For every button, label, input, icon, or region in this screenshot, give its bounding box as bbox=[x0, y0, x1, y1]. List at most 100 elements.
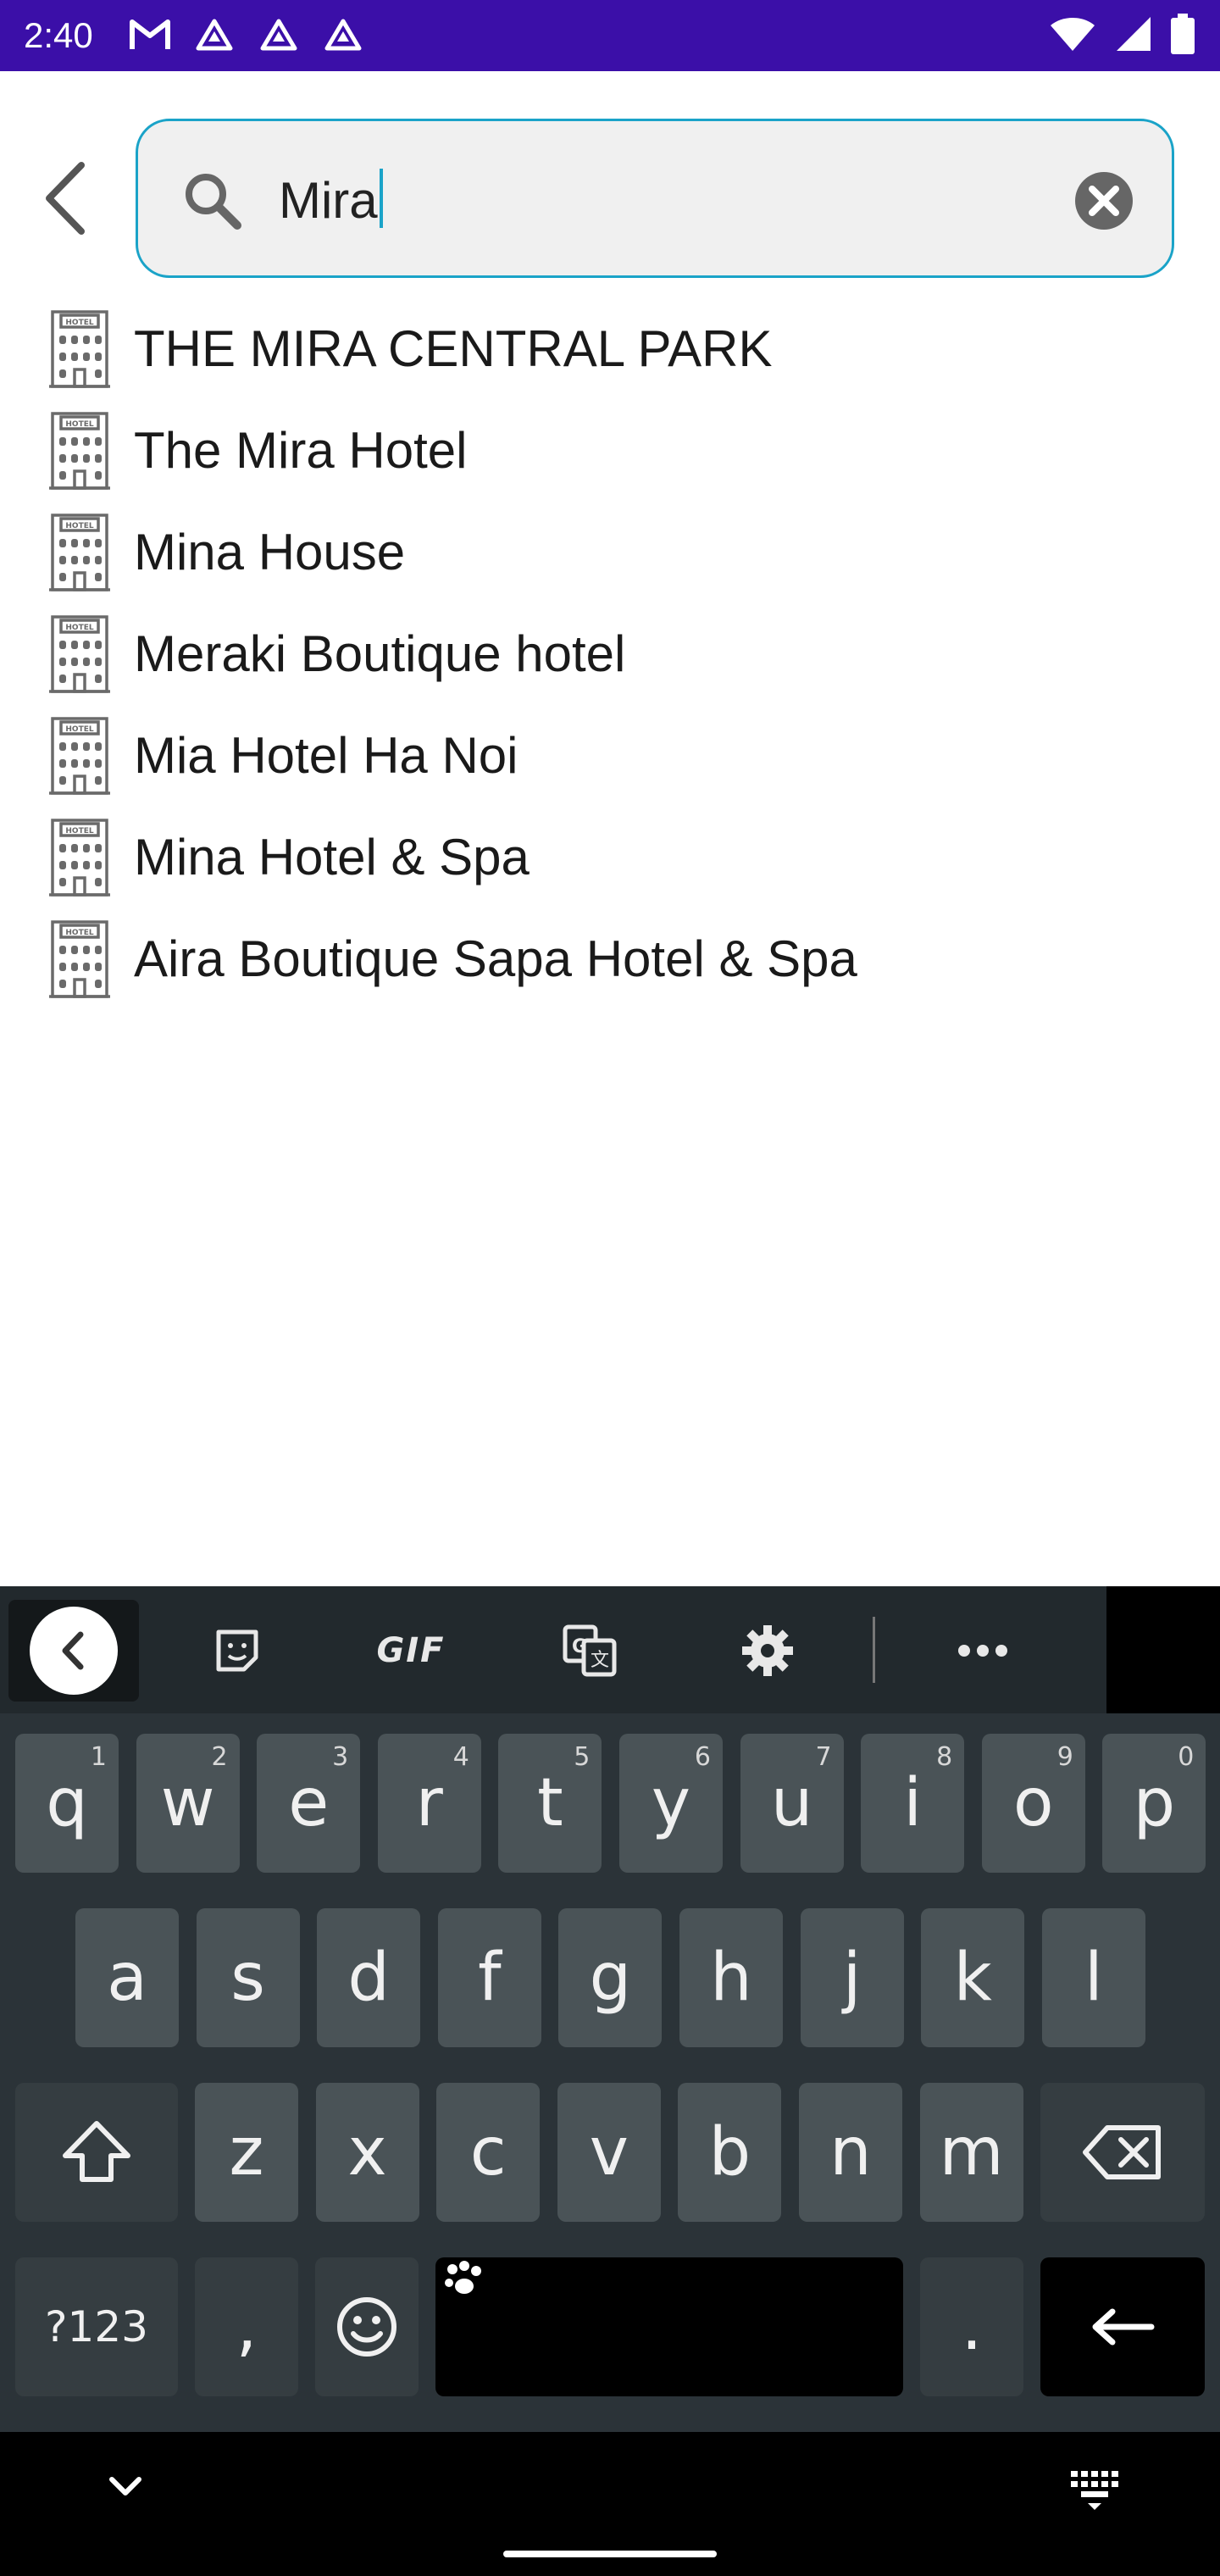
key-hint: 5 bbox=[574, 1742, 591, 1772]
result-item[interactable]: HOTEL The Mira Hotel bbox=[0, 400, 1220, 502]
enter-key[interactable] bbox=[1040, 2257, 1205, 2396]
space-key[interactable] bbox=[435, 2257, 903, 2396]
key-z[interactable]: z bbox=[195, 2083, 298, 2222]
svg-text:HOTEL: HOTEL bbox=[65, 624, 93, 632]
result-item[interactable]: HOTEL Mia Hotel Ha Noi bbox=[0, 705, 1220, 807]
key-a[interactable]: a bbox=[75, 1908, 179, 2047]
key-w[interactable]: w2 bbox=[136, 1734, 240, 1873]
key-q[interactable]: q1 bbox=[15, 1734, 119, 1873]
key-k[interactable]: k bbox=[921, 1908, 1025, 2047]
key-r[interactable]: r4 bbox=[377, 1734, 481, 1873]
result-item[interactable]: HOTEL THE MIRA CENTRAL PARK bbox=[0, 298, 1220, 400]
svg-text:HOTEL: HOTEL bbox=[65, 522, 93, 530]
search-input[interactable]: Mira bbox=[136, 119, 1174, 278]
backspace-key[interactable] bbox=[1040, 2083, 1205, 2222]
key-c[interactable]: c bbox=[436, 2083, 541, 2222]
shift-key[interactable] bbox=[15, 2083, 178, 2222]
key-label: f bbox=[478, 1940, 502, 2016]
key-n[interactable]: n bbox=[799, 2083, 902, 2222]
key-p[interactable]: p0 bbox=[1102, 1734, 1206, 1873]
key-label: z bbox=[229, 2114, 264, 2190]
result-label: Meraki Boutique hotel bbox=[134, 625, 626, 682]
more-options-button[interactable] bbox=[940, 1600, 1025, 1702]
key-label: t bbox=[537, 1765, 563, 1841]
more-horizontal-icon bbox=[958, 1645, 1007, 1657]
key-hint: 7 bbox=[815, 1742, 832, 1772]
chevron-down-icon bbox=[109, 2477, 141, 2496]
gear-icon bbox=[742, 1625, 793, 1676]
drive-icon bbox=[320, 15, 366, 54]
hotel-icon: HOTEL bbox=[46, 917, 114, 1002]
chevron-left-icon bbox=[62, 1631, 84, 1670]
key-label: a bbox=[107, 1940, 147, 2016]
wifi-icon bbox=[1049, 15, 1096, 57]
key-e[interactable]: e3 bbox=[257, 1734, 361, 1873]
key-b[interactable]: b bbox=[678, 2083, 782, 2222]
key-label: x bbox=[347, 2114, 387, 2190]
gmail-icon bbox=[127, 15, 173, 54]
key-label: l bbox=[1084, 1940, 1103, 2016]
result-label: Mina Hotel & Spa bbox=[134, 829, 530, 886]
gif-button[interactable]: GIF bbox=[364, 1600, 458, 1702]
key-l[interactable]: l bbox=[1041, 1908, 1145, 2047]
hotel-icon: HOTEL bbox=[46, 713, 114, 798]
key-s[interactable]: s bbox=[196, 1908, 300, 2047]
result-item[interactable]: HOTEL Mina Hotel & Spa bbox=[0, 807, 1220, 908]
search-query-text[interactable]: Mira bbox=[279, 169, 383, 233]
emoji-key[interactable] bbox=[315, 2257, 419, 2396]
key-d[interactable]: d bbox=[317, 1908, 421, 2047]
svg-text:HOTEL: HOTEL bbox=[65, 929, 93, 937]
key-m[interactable]: m bbox=[919, 2083, 1023, 2222]
settings-button[interactable] bbox=[725, 1600, 810, 1702]
switch-keyboard-button[interactable] bbox=[1068, 2461, 1122, 2512]
key-t[interactable]: t5 bbox=[498, 1734, 602, 1873]
key-label: ?123 bbox=[45, 2302, 148, 2351]
hotel-icon: HOTEL bbox=[46, 815, 114, 900]
result-item[interactable]: HOTEL Meraki Boutique hotel bbox=[0, 603, 1220, 705]
key-label: . bbox=[961, 2289, 983, 2365]
home-gesture-handle[interactable] bbox=[503, 2551, 717, 2557]
key-label: u bbox=[770, 1765, 813, 1841]
translate-button[interactable]: G文 bbox=[547, 1600, 632, 1702]
result-item[interactable]: HOTEL Aira Boutique Sapa Hotel & Spa bbox=[0, 908, 1220, 1010]
sticker-button[interactable] bbox=[195, 1600, 280, 1702]
key-hint: 9 bbox=[1056, 1742, 1073, 1772]
soft-keyboard: GIF G文 q1w2e3r4t5y6u7i8o9p0asdfghjklzxcv… bbox=[0, 1586, 1220, 2432]
result-label: Mia Hotel Ha Noi bbox=[134, 727, 518, 784]
key-g[interactable]: g bbox=[558, 1908, 663, 2047]
symbols-key[interactable]: ?123 bbox=[15, 2257, 178, 2396]
drive-icon bbox=[191, 15, 237, 54]
translate-icon: G文 bbox=[563, 1624, 617, 1677]
svg-text:HOTEL: HOTEL bbox=[65, 319, 93, 327]
key-x[interactable]: x bbox=[315, 2083, 419, 2222]
keyboard-toolbar: GIF G文 bbox=[0, 1586, 1220, 1713]
key-v[interactable]: v bbox=[557, 2083, 661, 2222]
hide-keyboard-button[interactable] bbox=[100, 2466, 151, 2508]
key-y[interactable]: y6 bbox=[619, 1734, 723, 1873]
comma-key[interactable]: , bbox=[195, 2257, 298, 2396]
key-hint: 2 bbox=[211, 1742, 228, 1772]
key-hint: 6 bbox=[694, 1742, 711, 1772]
key-label: r bbox=[415, 1765, 443, 1841]
result-item[interactable]: HOTEL Mina House bbox=[0, 502, 1220, 603]
key-label: d bbox=[347, 1940, 390, 2016]
clear-search-button[interactable] bbox=[1072, 169, 1136, 233]
drive-icon bbox=[256, 15, 302, 54]
key-u[interactable]: u7 bbox=[740, 1734, 844, 1873]
clear-icon bbox=[1075, 172, 1133, 230]
key-label: y bbox=[651, 1765, 691, 1841]
status-bar: 2:40 bbox=[0, 0, 1220, 71]
hotel-icon: HOTEL bbox=[46, 408, 114, 493]
key-h[interactable]: h bbox=[679, 1908, 783, 2047]
toolbar-blank-area bbox=[1106, 1586, 1220, 1713]
period-key[interactable]: . bbox=[920, 2257, 1023, 2396]
key-o[interactable]: o9 bbox=[981, 1734, 1085, 1873]
key-i[interactable]: i8 bbox=[861, 1734, 965, 1873]
keyboard-collapse-button[interactable] bbox=[8, 1600, 139, 1702]
back-button[interactable] bbox=[30, 156, 98, 241]
shift-icon bbox=[63, 2121, 130, 2182]
search-query-value: Mira bbox=[279, 172, 378, 229]
text-caret bbox=[379, 169, 383, 228]
key-j[interactable]: j bbox=[800, 1908, 904, 2047]
key-f[interactable]: f bbox=[437, 1908, 541, 2047]
